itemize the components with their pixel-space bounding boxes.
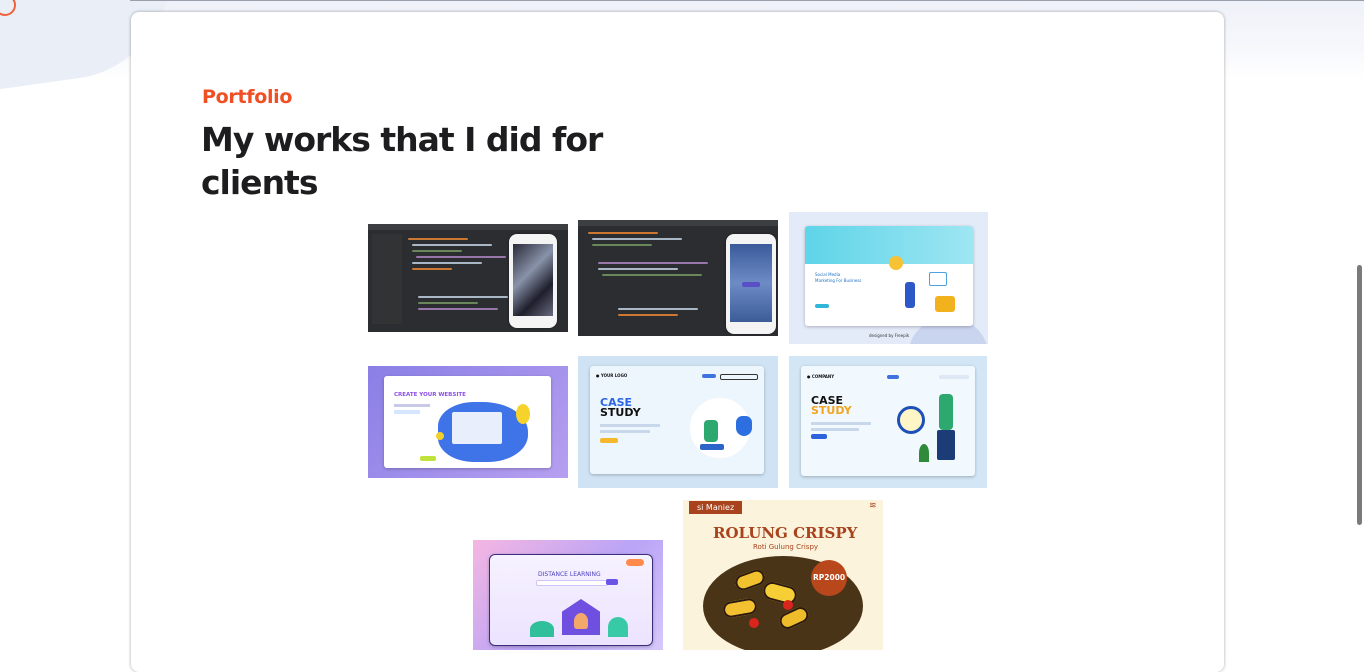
portfolio-item-case-study-1[interactable]: ● YOUR LOGO CASE STUDY [578,356,778,488]
portfolio-item-distance-learning[interactable]: DISTANCE LEARNING [473,540,663,650]
rolung-price: RP2000 [813,573,846,582]
portfolio-section-card: Portfolio My works that I did for client… [131,12,1224,672]
section-eyebrow: Portfolio [202,86,293,108]
portfolio-item-rolung-crispy[interactable]: si Maniez ≋ ROLUNG CRISPY Roti Gulung Cr… [683,500,883,650]
rolung-brand-tag: si Maniez [689,501,743,514]
page-scrollbar[interactable] [1357,265,1362,525]
portfolio-item-social-media-marketing[interactable]: Social Media Marketing For Business desi… [789,212,988,344]
rolung-subtitle: Roti Gulung Crispy [753,543,819,551]
portfolio-item-android-phone-app[interactable] [368,224,568,332]
portfolio-item-create-your-website[interactable]: CREATE YOUR WEBSITE [368,366,568,478]
section-title: My works that I did for clients [201,120,603,202]
rolung-title: ROLUNG CRISPY [713,524,858,542]
portfolio-item-android-login-app[interactable] [578,220,778,336]
header-divider [130,0,1364,1]
portfolio-item-case-study-2[interactable]: ● COMPANY CASE STUDY [789,356,987,488]
